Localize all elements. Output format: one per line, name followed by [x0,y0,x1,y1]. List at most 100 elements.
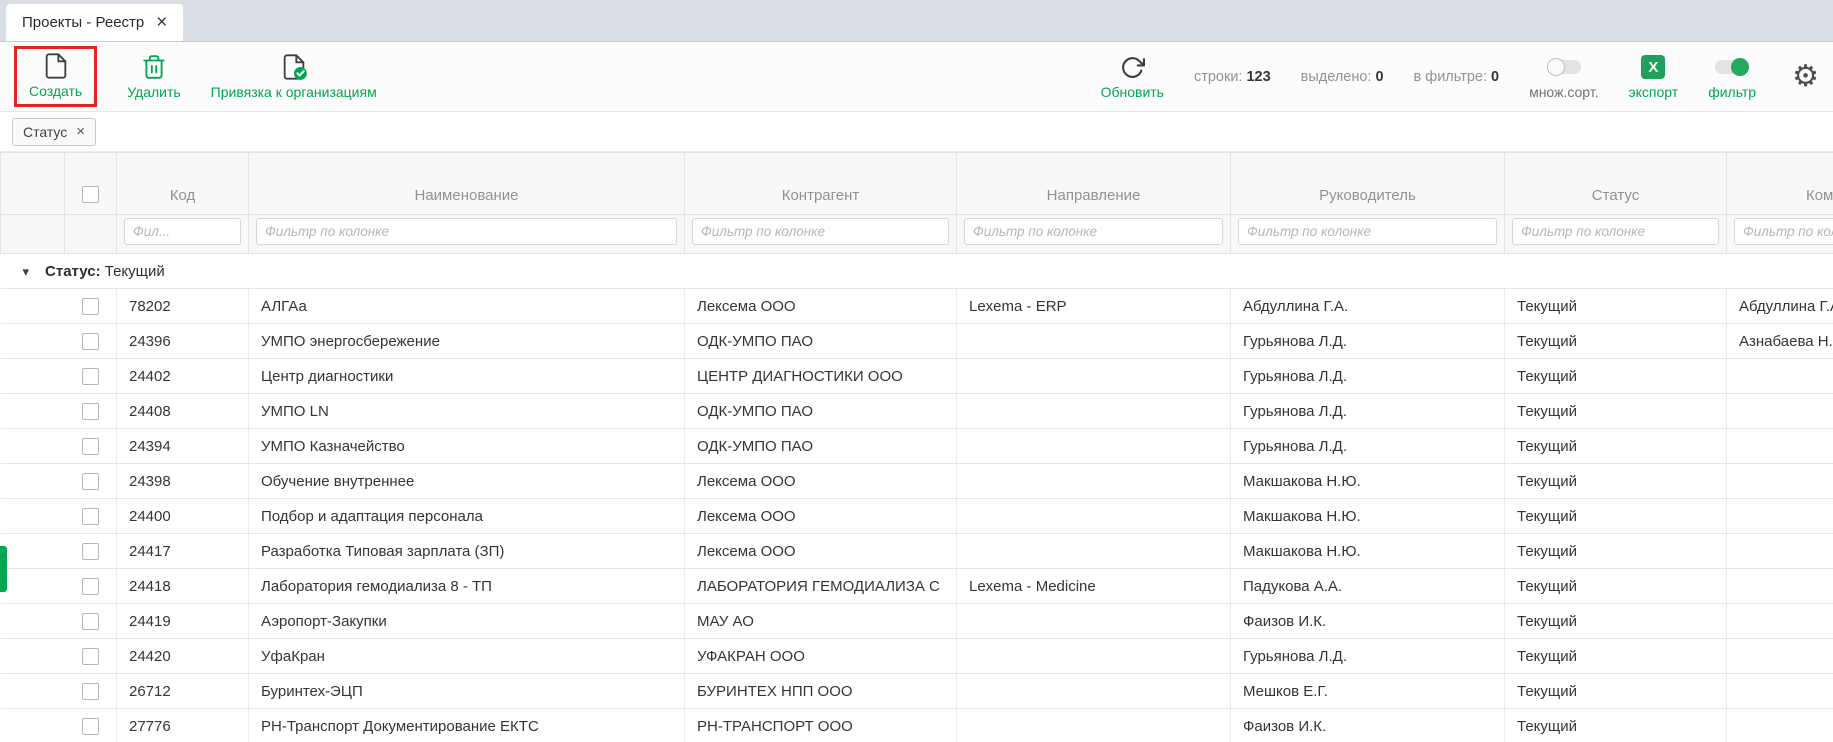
cell-code: 24398 [117,464,249,499]
cell-manager: Абдуллина Г.А. [1231,289,1505,324]
filter-toggle-icon[interactable] [1715,53,1749,81]
column-filter-input-status[interactable] [1512,218,1719,245]
cell-status: Текущий [1505,359,1727,394]
select-all-checkbox[interactable] [82,186,99,203]
cell-code: 24396 [117,324,249,359]
row-checkbox[interactable] [82,508,99,525]
column-filter-input-team[interactable] [1734,218,1833,245]
settings-gear-icon[interactable]: ⚙ [1792,62,1819,92]
column-filter-cell-manager [1231,215,1505,254]
tab-bar: Проекты - Реестр × [0,0,1833,42]
refresh-button[interactable]: Обновить [1101,53,1164,100]
row-checkbox-cell [65,674,117,709]
cell-name: РН-Транспорт Документирование ЕКТС [249,709,685,742]
column-filter-input-name[interactable] [256,218,677,245]
column-header-name[interactable]: Наименование [249,153,685,215]
cell-status: Текущий [1505,464,1727,499]
cell-direction [957,604,1231,639]
in-filter-count-label: в фильтре: [1414,69,1487,85]
row-expand-cell [1,499,65,534]
rows-count-label: строки: [1194,69,1243,85]
cell-manager: Макшакова Н.Ю. [1231,499,1505,534]
table-row[interactable]: 27776РН-Транспорт Документирование ЕКТСР… [1,709,1833,742]
cell-direction [957,394,1231,429]
table-row[interactable]: 24408УМПО LNОДК-УМПО ПАОГурьянова Л.Д.Те… [1,394,1833,429]
table-row[interactable]: 24418Лаборатория гемодиализа 8 - ТПЛАБОР… [1,569,1833,604]
export-button-label: экспорт [1629,84,1679,100]
row-checkbox-cell [65,464,117,499]
column-header-team[interactable]: Команда [1727,153,1833,215]
column-filter-cell-name [249,215,685,254]
filter-chip-close-icon[interactable]: × [76,124,85,139]
cell-status: Текущий [1505,639,1727,674]
table-row[interactable]: 24417Разработка Типовая зарплата (ЗП)Лек… [1,534,1833,569]
column-header-direction[interactable]: Направление [957,153,1231,215]
selected-count-value: 0 [1375,69,1383,85]
tab-projects-registry[interactable]: Проекты - Реестр × [6,4,183,41]
column-filter-input-manager[interactable] [1238,218,1497,245]
table-row[interactable]: 24402Центр диагностикиЦЕНТР ДИАГНОСТИКИ … [1,359,1833,394]
column-header-manager[interactable]: Руководитель [1231,153,1505,215]
row-checkbox[interactable] [82,403,99,420]
delete-button[interactable]: Удалить [127,53,180,100]
cell-direction [957,639,1231,674]
side-panel-handle[interactable] [0,546,7,592]
cell-team [1727,709,1833,742]
row-checkbox[interactable] [82,543,99,560]
cell-name: Подбор и адаптация персонала [249,499,685,534]
row-checkbox[interactable] [82,648,99,665]
row-checkbox[interactable] [82,333,99,350]
export-button[interactable]: X экспорт [1629,53,1679,100]
table-row[interactable]: 24419Аэропорт-ЗакупкиМАУ АОФаизов И.К.Те… [1,604,1833,639]
column-filter-input-direction[interactable] [964,218,1223,245]
toolbar-left-group: Создать Удалить [14,46,377,107]
grid-header: КодНаименованиеКонтрагентНаправлениеРуко… [1,153,1833,254]
cell-name: Центр диагностики [249,359,685,394]
column-filter-input-counterparty[interactable] [692,218,949,245]
cell-code: 24408 [117,394,249,429]
table-row[interactable]: 24400Подбор и адаптация персоналаЛексема… [1,499,1833,534]
row-checkbox[interactable] [82,683,99,700]
column-filter-input-code[interactable] [124,218,241,245]
multisort-toggle-icon[interactable] [1547,53,1581,81]
cell-direction [957,464,1231,499]
row-checkbox[interactable] [82,473,99,490]
column-header-status[interactable]: Статус [1505,153,1727,215]
cell-team [1727,499,1833,534]
column-header-counterparty[interactable]: Контрагент [685,153,957,215]
delete-button-label: Удалить [127,84,180,100]
table-row[interactable]: 24394УМПО КазначействоОДК-УМПО ПАОГурьян… [1,429,1833,464]
cell-name: Обучение внутреннее [249,464,685,499]
filter-chip-status[interactable]: Статус × [12,118,96,146]
link-organizations-button[interactable]: Привязка к организациям [211,53,377,100]
column-header-code[interactable]: Код [117,153,249,215]
cell-manager: Фаизов И.К. [1231,604,1505,639]
row-checkbox[interactable] [82,438,99,455]
toolbar-right-group: Обновить строки:123 выделено:0 в фильтре… [1101,53,1819,100]
cell-name: УМПО LN [249,394,685,429]
row-checkbox[interactable] [82,718,99,735]
multisort-toggle-button[interactable]: множ.сорт. [1529,53,1598,100]
table-row[interactable]: 26712Буринтех-ЭЦПБУРИНТЕХ НПП ОООМешков … [1,674,1833,709]
table-row[interactable]: 24398Обучение внутреннееЛексема ОООМакша… [1,464,1833,499]
row-expand-cell [1,359,65,394]
cell-manager: Гурьянова Л.Д. [1231,639,1505,674]
group-row[interactable]: ▾Статус: Текущий [1,254,1833,289]
create-button[interactable]: Создать [29,52,82,99]
cell-direction [957,429,1231,464]
tab-close-icon[interactable]: × [156,13,167,32]
row-expand-cell [1,674,65,709]
table-row[interactable]: 24396УМПО энергосбережениеОДК-УМПО ПАОГу… [1,324,1833,359]
row-checkbox[interactable] [82,578,99,595]
table-row[interactable]: 24420УфаКранУФАКРАН ОООГурьянова Л.Д.Тек… [1,639,1833,674]
table-row[interactable]: 78202АЛГАаЛексема ОООLexema - ERPАбдулли… [1,289,1833,324]
row-checkbox[interactable] [82,298,99,315]
row-expand-cell [1,604,65,639]
collapse-triangle-icon[interactable]: ▾ [23,264,30,280]
filter-toggle-button[interactable]: фильтр [1708,53,1756,100]
cell-name: АЛГАа [249,289,685,324]
row-checkbox[interactable] [82,368,99,385]
cell-team [1727,674,1833,709]
row-checkbox[interactable] [82,613,99,630]
cell-counterparty: ОДК-УМПО ПАО [685,394,957,429]
